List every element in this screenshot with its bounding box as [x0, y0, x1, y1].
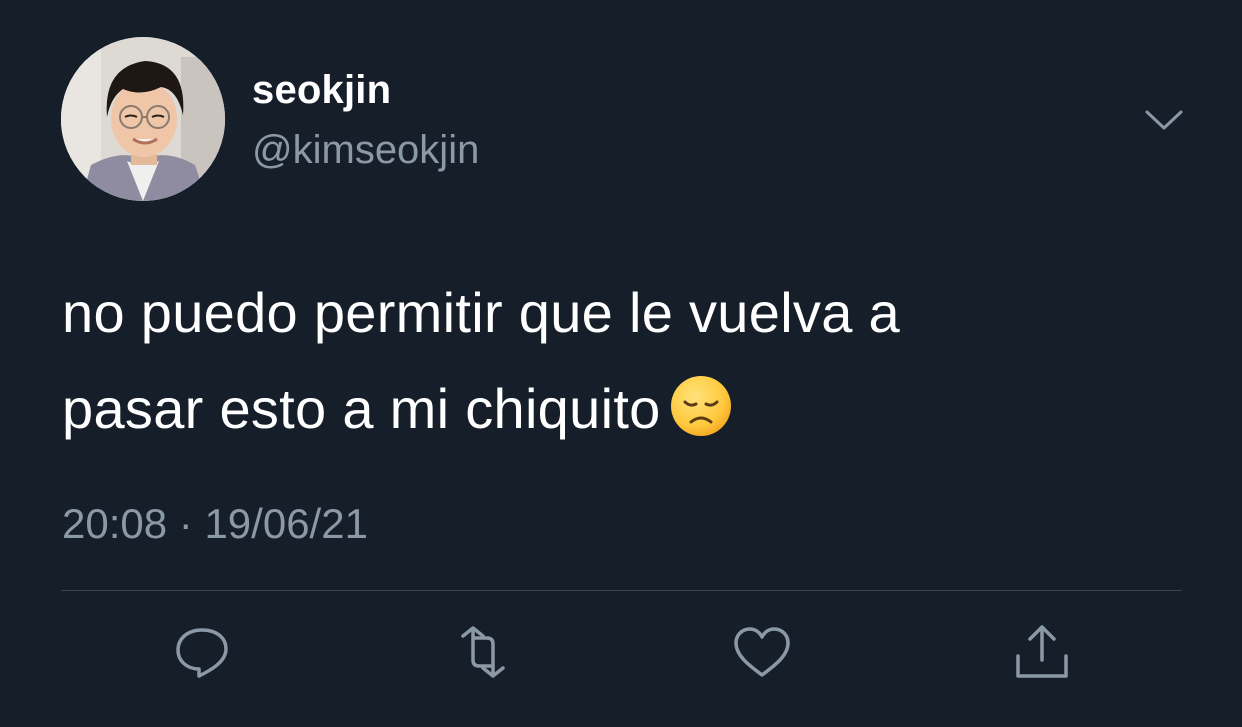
- tweet-text-line: no puedo permitir que le vuelva a: [62, 281, 900, 344]
- disappointed-face-icon: [669, 371, 733, 436]
- display-name[interactable]: seokjin: [252, 68, 391, 113]
- avatar[interactable]: [61, 37, 225, 201]
- reply-icon: [176, 628, 228, 678]
- tweet-text-segment: pasar esto a mi chiquito: [62, 377, 661, 440]
- chevron-down-icon[interactable]: [1144, 104, 1184, 134]
- tweet-card: seokjin @kimseokjin no puedo permitir qu…: [0, 0, 1242, 727]
- tweet-text-line: pasar esto a mi chiquito: [62, 361, 1172, 457]
- tweet-text: no puedo permitir que le vuelva a pasar …: [62, 265, 1172, 457]
- timestamp-separator: ·: [178, 500, 193, 547]
- reply-button[interactable]: [170, 620, 234, 684]
- share-icon: [1016, 625, 1068, 678]
- share-button[interactable]: [1010, 620, 1074, 684]
- user-handle[interactable]: @kimseokjin: [252, 128, 479, 173]
- action-bar: [0, 620, 1242, 690]
- tweet-date: 19/06/21: [204, 500, 368, 547]
- divider: [61, 590, 1182, 591]
- retweet-button[interactable]: [451, 620, 515, 684]
- tweet-time: 20:08: [62, 500, 168, 547]
- like-button[interactable]: [730, 620, 794, 684]
- tweet-timestamp[interactable]: 20:08 · 19/06/21: [62, 500, 368, 548]
- like-icon: [734, 627, 790, 677]
- profile-photo-icon: [61, 37, 225, 201]
- retweet-icon: [461, 626, 505, 678]
